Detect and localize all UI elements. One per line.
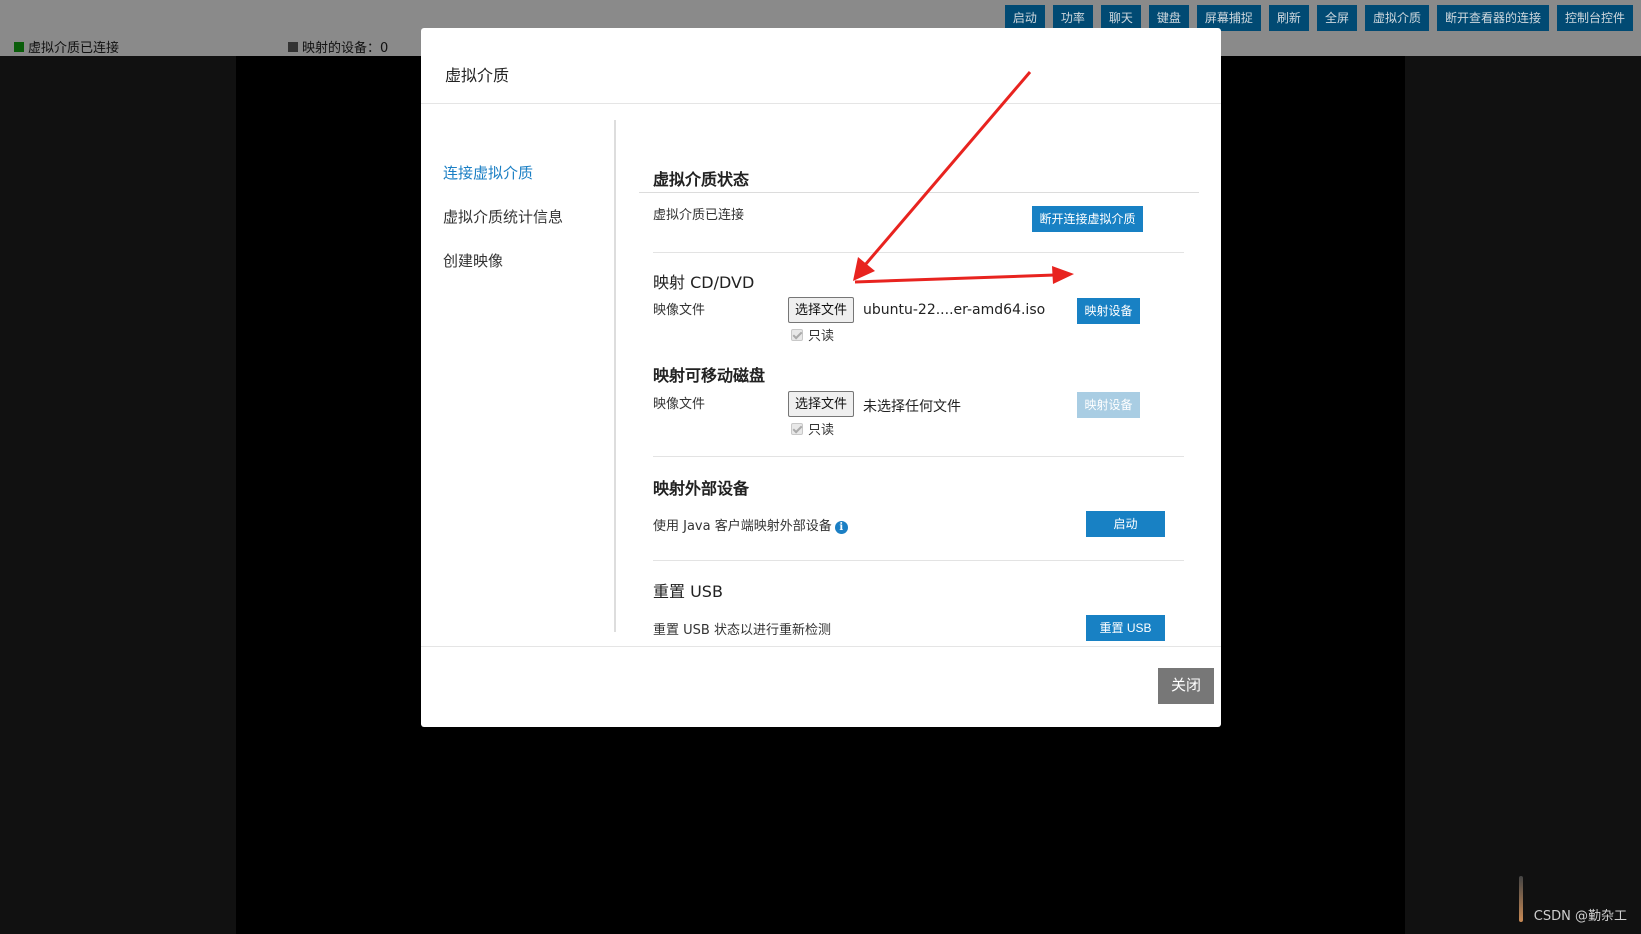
virtual-media-dialog: 虚拟介质 连接虚拟介质 虚拟介质统计信息 创建映像 虚拟介质状态 虚拟介质已连接… (421, 28, 1221, 727)
reset-usb-text: 重置 USB 状态以进行重新检测 (653, 623, 831, 638)
connected-indicator-icon (14, 41, 24, 52)
dialog-title: 虚拟介质 (445, 66, 510, 85)
cd-readonly-label: 只读 (808, 329, 835, 344)
dialog-header: 虚拟介质 (421, 28, 1221, 104)
watermark-text: CSDN @勤杂工 (1533, 909, 1627, 924)
cd-map-device-button[interactable]: 映射设备 (1077, 298, 1140, 324)
toolbar-console-controls-button[interactable]: 控制台控件 (1556, 5, 1633, 31)
right-margin (1405, 56, 1641, 934)
map-external-device-title: 映射外部设备 (653, 479, 750, 498)
checkbox-checked-icon (791, 328, 803, 341)
removable-readonly-label: 只读 (808, 423, 835, 438)
launch-java-client-button[interactable]: 启动 (1086, 511, 1165, 537)
map-removable-disk-title: 映射可移动磁盘 (653, 366, 766, 385)
nav-virtual-media-statistics[interactable]: 虚拟介质统计信息 (443, 206, 563, 227)
toolbar-refresh-button[interactable]: 刷新 (1268, 5, 1309, 31)
media-connected-status: 虚拟介质已连接 (14, 37, 119, 56)
dialog-footer: 关闭 (421, 646, 1221, 727)
reset-usb-button[interactable]: 重置 USB (1086, 615, 1165, 641)
scroll-indicator (1519, 876, 1523, 922)
removable-readonly-checkbox[interactable]: 只读 (791, 419, 834, 438)
cd-file-name: ubuntu-22....er-amd64.iso (863, 302, 1046, 318)
removable-image-file-label: 映像文件 (653, 397, 706, 412)
disconnect-virtual-media-button[interactable]: 断开连接虚拟介质 (1032, 206, 1143, 232)
section-divider (653, 456, 1184, 457)
map-cd-dvd-title: 映射 CD/DVD (653, 273, 755, 292)
left-margin (0, 56, 236, 934)
toolbar-virtual-media-button[interactable]: 虚拟介质 (1364, 5, 1429, 31)
external-device-text: 使用 Java 客户端映射外部设备 (653, 519, 832, 534)
mapped-devices-text: 映射的设备：0 (302, 41, 389, 56)
dialog-body: 连接虚拟介质 虚拟介质统计信息 创建映像 虚拟介质状态 虚拟介质已连接 断开连接… (421, 120, 1221, 641)
close-button[interactable]: 关闭 (1158, 668, 1214, 704)
nav-create-image[interactable]: 创建映像 (443, 250, 503, 271)
media-status-title: 虚拟介质状态 (653, 170, 750, 189)
status-divider (639, 192, 1199, 193)
dialog-side-nav: 连接虚拟介质 虚拟介质统计信息 创建映像 (421, 120, 616, 632)
media-status-text: 虚拟介质已连接 (653, 208, 745, 223)
device-indicator-icon (288, 41, 298, 52)
toolbar-fullscreen-button[interactable]: 全屏 (1316, 5, 1357, 31)
external-device-text-row: 使用 Java 客户端映射外部设备 i (653, 515, 848, 534)
info-icon[interactable]: i (834, 521, 848, 534)
removable-file-name: 未选择任何文件 (863, 399, 961, 415)
media-connected-text: 虚拟介质已连接 (28, 41, 120, 56)
section-divider (653, 560, 1184, 561)
toolbar-disconnect-viewer-button[interactable]: 断开查看器的连接 (1436, 5, 1549, 31)
nav-connect-virtual-media[interactable]: 连接虚拟介质 (443, 162, 533, 183)
mapped-devices-status: 映射的设备：0 (288, 37, 388, 56)
cd-choose-file-button[interactable]: 选择文件 (788, 297, 855, 323)
section-divider (653, 252, 1184, 253)
checkbox-checked-icon (791, 422, 803, 435)
reset-usb-title: 重置 USB (653, 582, 723, 601)
removable-map-device-button[interactable]: 映射设备 (1077, 392, 1140, 418)
cd-readonly-checkbox[interactable]: 只读 (791, 325, 834, 344)
cd-image-file-label: 映像文件 (653, 303, 706, 318)
removable-choose-file-button[interactable]: 选择文件 (788, 391, 855, 417)
dialog-content: 虚拟介质状态 虚拟介质已连接 断开连接虚拟介质 映射 CD/DVD 映像文件 选… (639, 120, 1199, 641)
